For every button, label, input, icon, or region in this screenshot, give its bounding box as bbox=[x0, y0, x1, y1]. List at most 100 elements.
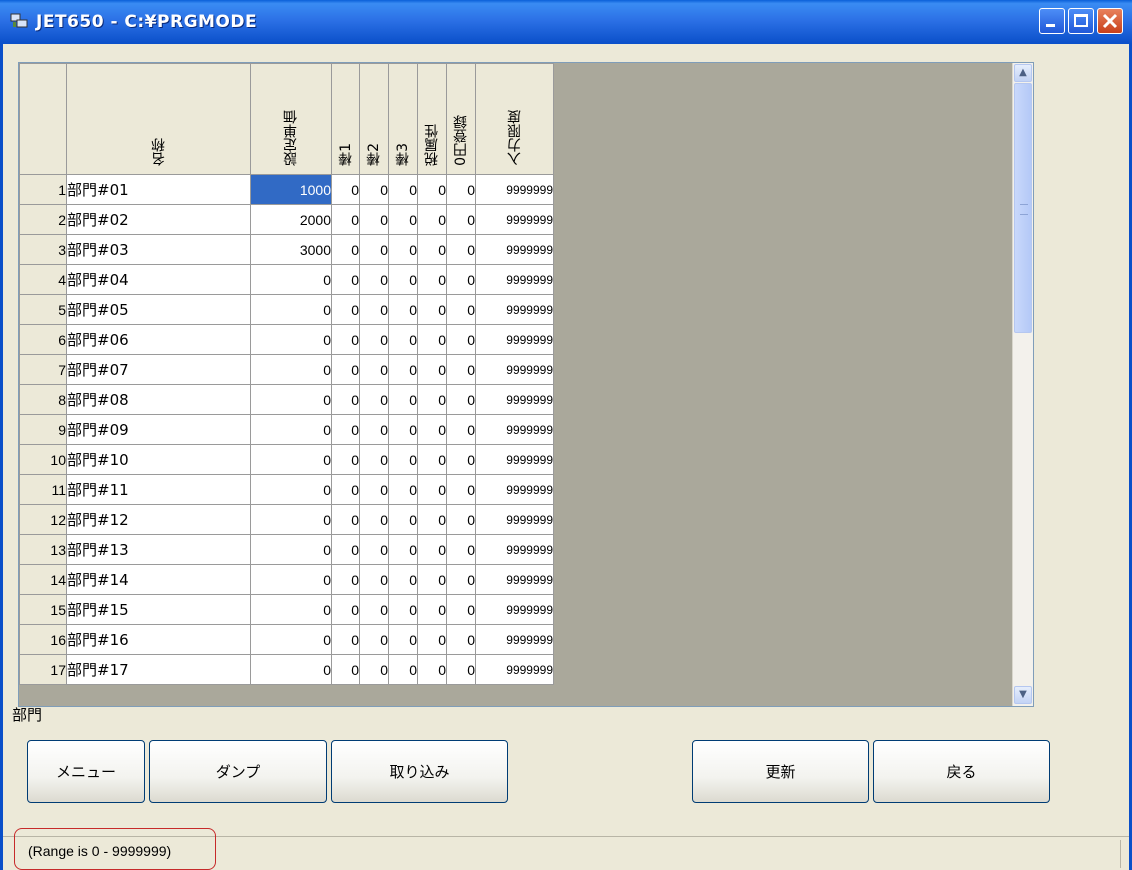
cell-name[interactable]: 部門#06 bbox=[66, 324, 251, 355]
table-row[interactable]: 8 部門#08 0 0 0 0 0 0 9999999 bbox=[19, 384, 554, 415]
cell-zero-register[interactable]: 0 bbox=[446, 624, 476, 655]
cell-zero-register[interactable]: 0 bbox=[446, 354, 476, 385]
row-number[interactable]: 4 bbox=[19, 264, 67, 295]
column-header-group2[interactable]: 棒2 bbox=[359, 63, 389, 175]
cell-group2[interactable]: 0 bbox=[359, 564, 389, 595]
cell-name[interactable]: 部門#13 bbox=[66, 534, 251, 565]
cell-name[interactable]: 部門#04 bbox=[66, 264, 251, 295]
cell-name[interactable]: 部門#09 bbox=[66, 414, 251, 445]
cell-tax[interactable]: 0 bbox=[417, 264, 447, 295]
table-row[interactable]: 3 部門#03 3000 0 0 0 0 0 9999999 bbox=[19, 234, 554, 265]
cell-group2[interactable]: 0 bbox=[359, 504, 389, 535]
cell-group3[interactable]: 0 bbox=[388, 654, 418, 685]
cell-group3[interactable]: 0 bbox=[388, 354, 418, 385]
cell-tax[interactable]: 0 bbox=[417, 444, 447, 475]
cell-input-limit[interactable]: 9999999 bbox=[475, 504, 554, 535]
cell-group1[interactable]: 0 bbox=[331, 624, 360, 655]
cell-price[interactable]: 0 bbox=[250, 534, 332, 565]
cell-group3[interactable]: 0 bbox=[388, 594, 418, 625]
cell-tax[interactable]: 0 bbox=[417, 504, 447, 535]
cell-group3[interactable]: 0 bbox=[388, 444, 418, 475]
column-header-name[interactable]: 名称 bbox=[66, 63, 251, 175]
cell-group1[interactable]: 0 bbox=[331, 474, 360, 505]
cell-group2[interactable]: 0 bbox=[359, 384, 389, 415]
back-button[interactable]: 戻る bbox=[873, 740, 1050, 803]
cell-price[interactable]: 0 bbox=[250, 294, 332, 325]
cell-group3[interactable]: 0 bbox=[388, 414, 418, 445]
row-number[interactable]: 13 bbox=[19, 534, 67, 565]
table-row[interactable]: 17 部門#17 0 0 0 0 0 0 9999999 bbox=[19, 654, 554, 685]
cell-tax[interactable]: 0 bbox=[417, 324, 447, 355]
cell-price[interactable]: 0 bbox=[250, 384, 332, 415]
cell-input-limit[interactable]: 9999999 bbox=[475, 474, 554, 505]
cell-zero-register[interactable]: 0 bbox=[446, 174, 476, 205]
cell-zero-register[interactable]: 0 bbox=[446, 474, 476, 505]
cell-input-limit[interactable]: 9999999 bbox=[475, 204, 554, 235]
cell-tax[interactable]: 0 bbox=[417, 564, 447, 595]
cell-price[interactable]: 0 bbox=[250, 654, 332, 685]
cell-zero-register[interactable]: 0 bbox=[446, 324, 476, 355]
column-header-zero-register[interactable]: 0円登録 bbox=[446, 63, 476, 175]
cell-tax[interactable]: 0 bbox=[417, 204, 447, 235]
cell-price[interactable]: 0 bbox=[250, 564, 332, 595]
cell-group2[interactable]: 0 bbox=[359, 654, 389, 685]
cell-group3[interactable]: 0 bbox=[388, 234, 418, 265]
cell-name[interactable]: 部門#10 bbox=[66, 444, 251, 475]
cell-tax[interactable]: 0 bbox=[417, 474, 447, 505]
cell-price[interactable]: 0 bbox=[250, 474, 332, 505]
data-grid[interactable]: 名称 設定単価 棒1 棒2 棒3 税属性 0円登録 入力限度 1 部門#01 100… bbox=[18, 62, 1034, 707]
cell-group2[interactable]: 0 bbox=[359, 414, 389, 445]
table-row[interactable]: 13 部門#13 0 0 0 0 0 0 9999999 bbox=[19, 534, 554, 565]
cell-zero-register[interactable]: 0 bbox=[446, 534, 476, 565]
cell-input-limit[interactable]: 9999999 bbox=[475, 624, 554, 655]
cell-name[interactable]: 部門#17 bbox=[66, 654, 251, 685]
import-button[interactable]: 取り込み bbox=[331, 740, 508, 803]
cell-input-limit[interactable]: 9999999 bbox=[475, 264, 554, 295]
table-row[interactable]: 16 部門#16 0 0 0 0 0 0 9999999 bbox=[19, 624, 554, 655]
column-header-input-limit[interactable]: 入力限度 bbox=[475, 63, 554, 175]
cell-group1[interactable]: 0 bbox=[331, 354, 360, 385]
grid-table[interactable]: 名称 設定単価 棒1 棒2 棒3 税属性 0円登録 入力限度 1 部門#01 100… bbox=[19, 63, 554, 685]
table-row[interactable]: 4 部門#04 0 0 0 0 0 0 9999999 bbox=[19, 264, 554, 295]
cell-group2[interactable]: 0 bbox=[359, 234, 389, 265]
cell-zero-register[interactable]: 0 bbox=[446, 594, 476, 625]
column-header-group3[interactable]: 棒3 bbox=[388, 63, 418, 175]
column-header-price[interactable]: 設定単価 bbox=[250, 63, 332, 175]
cell-zero-register[interactable]: 0 bbox=[446, 264, 476, 295]
cell-group2[interactable]: 0 bbox=[359, 474, 389, 505]
cell-price[interactable]: 0 bbox=[250, 324, 332, 355]
vertical-scrollbar[interactable]: ▲ ▼ bbox=[1012, 63, 1033, 706]
row-number[interactable]: 16 bbox=[19, 624, 67, 655]
cell-tax[interactable]: 0 bbox=[417, 174, 447, 205]
cell-group1[interactable]: 0 bbox=[331, 414, 360, 445]
table-row[interactable]: 15 部門#15 0 0 0 0 0 0 9999999 bbox=[19, 594, 554, 625]
table-row[interactable]: 12 部門#12 0 0 0 0 0 0 9999999 bbox=[19, 504, 554, 535]
row-number[interactable]: 6 bbox=[19, 324, 67, 355]
cell-name[interactable]: 部門#16 bbox=[66, 624, 251, 655]
cell-group2[interactable]: 0 bbox=[359, 204, 389, 235]
cell-tax[interactable]: 0 bbox=[417, 624, 447, 655]
column-header-tax[interactable]: 税属性 bbox=[417, 63, 447, 175]
cell-group3[interactable]: 0 bbox=[388, 474, 418, 505]
cell-group1[interactable]: 0 bbox=[331, 534, 360, 565]
cell-price[interactable]: 1000 bbox=[250, 174, 332, 205]
cell-group2[interactable]: 0 bbox=[359, 534, 389, 565]
cell-group1[interactable]: 0 bbox=[331, 234, 360, 265]
cell-price[interactable]: 0 bbox=[250, 594, 332, 625]
cell-zero-register[interactable]: 0 bbox=[446, 204, 476, 235]
cell-input-limit[interactable]: 9999999 bbox=[475, 174, 554, 205]
cell-group3[interactable]: 0 bbox=[388, 504, 418, 535]
cell-group2[interactable]: 0 bbox=[359, 174, 389, 205]
cell-group3[interactable]: 0 bbox=[388, 174, 418, 205]
cell-tax[interactable]: 0 bbox=[417, 234, 447, 265]
cell-price[interactable]: 0 bbox=[250, 414, 332, 445]
cell-input-limit[interactable]: 9999999 bbox=[475, 324, 554, 355]
cell-price[interactable]: 0 bbox=[250, 264, 332, 295]
cell-group3[interactable]: 0 bbox=[388, 384, 418, 415]
cell-input-limit[interactable]: 9999999 bbox=[475, 354, 554, 385]
cell-group2[interactable]: 0 bbox=[359, 444, 389, 475]
row-number[interactable]: 8 bbox=[19, 384, 67, 415]
cell-group3[interactable]: 0 bbox=[388, 294, 418, 325]
cell-group1[interactable]: 0 bbox=[331, 594, 360, 625]
cell-name[interactable]: 部門#03 bbox=[66, 234, 251, 265]
